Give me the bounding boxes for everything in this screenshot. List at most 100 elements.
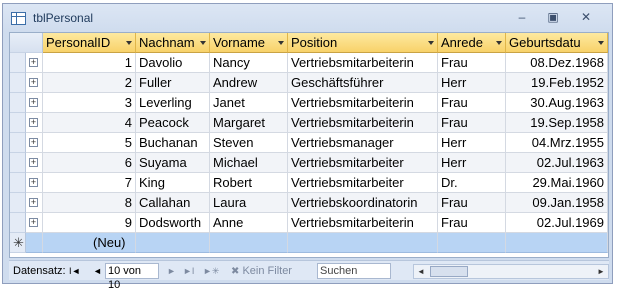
expand-plus-icon[interactable]: + xyxy=(29,198,38,207)
cell-vorname[interactable]: Nancy xyxy=(210,53,288,73)
expand-plus-icon[interactable]: + xyxy=(29,98,38,107)
maximize-button[interactable]: ▣ xyxy=(543,9,563,25)
cell-position[interactable]: Vertriebsmitarbeiterin xyxy=(288,93,438,113)
cell-geburtsdatum[interactable] xyxy=(506,233,608,253)
column-header-nachname[interactable]: Nachnam xyxy=(136,33,210,53)
cell-anrede[interactable]: Frau xyxy=(438,213,506,233)
cell-vorname[interactable]: Robert xyxy=(210,173,288,193)
current-record-field[interactable]: 10 von 10 xyxy=(105,263,159,291)
cell-personal-id[interactable]: 9 xyxy=(43,213,136,233)
cell-nachname[interactable]: Buchanan xyxy=(136,133,210,153)
cell-geburtsdatum[interactable]: 19.Sep.1958 xyxy=(506,113,608,133)
cell-position[interactable]: Vertriebsmitarbeiter xyxy=(288,173,438,193)
cell-nachname[interactable]: Dodsworth xyxy=(136,213,210,233)
close-button[interactable]: ✕ xyxy=(576,9,596,25)
row-selector[interactable] xyxy=(10,73,26,93)
cell-nachname[interactable]: Fuller xyxy=(136,73,210,93)
row-selector[interactable] xyxy=(10,193,26,213)
expand-plus-icon[interactable]: + xyxy=(29,118,38,127)
table-row[interactable]: +1 Davolio Nancy Vertriebsmitarbeiterin Frau… xyxy=(10,53,610,73)
cell-position[interactable]: Vertriebskoordinatorin xyxy=(288,193,438,213)
table-row[interactable]: +5 Buchanan Steven Vertriebsmanager Herr 04.M… xyxy=(10,133,610,153)
column-header-personal-id[interactable]: PersonalID xyxy=(43,33,136,53)
cell-personal-id[interactable]: 6 xyxy=(43,153,136,173)
column-header-vorname[interactable]: Vorname xyxy=(210,33,288,53)
chevron-down-icon[interactable] xyxy=(428,41,434,45)
cell-geburtsdatum[interactable]: 29.Mai.1960 xyxy=(506,173,608,193)
last-record-button[interactable]: ►I xyxy=(183,264,194,278)
chevron-down-icon[interactable] xyxy=(126,41,132,45)
row-selector[interactable] xyxy=(10,133,26,153)
expand-plus-icon[interactable]: + xyxy=(29,78,38,87)
cell-vorname[interactable]: Margaret xyxy=(210,113,288,133)
scroll-thumb[interactable] xyxy=(430,266,468,277)
row-selector[interactable] xyxy=(10,113,26,133)
cell-personal-id[interactable]: 1 xyxy=(43,53,136,73)
cell-vorname[interactable]: Anne xyxy=(210,213,288,233)
cell-nachname[interactable] xyxy=(136,233,210,253)
cell-nachname[interactable]: Leverling xyxy=(136,93,210,113)
cell-geburtsdatum[interactable]: 08.Dez.1968 xyxy=(506,53,608,73)
scroll-right-icon[interactable]: ► xyxy=(594,265,608,278)
chevron-down-icon[interactable] xyxy=(200,41,206,45)
cell-geburtsdatum[interactable]: 09.Jan.1958 xyxy=(506,193,608,213)
cell-personal-id[interactable]: 2 xyxy=(43,73,136,93)
cell-anrede[interactable]: Frau xyxy=(438,113,506,133)
row-selector[interactable]: ✳ xyxy=(10,233,26,253)
cell-vorname[interactable]: Janet xyxy=(210,93,288,113)
first-record-button[interactable]: I◄ xyxy=(69,264,80,278)
cell-anrede[interactable]: Herr xyxy=(438,133,506,153)
cell-position[interactable]: Vertriebsmanager xyxy=(288,133,438,153)
table-row[interactable]: +3 Leverling Janet Vertriebsmitarbeiterin Fr… xyxy=(10,93,610,113)
column-header-position[interactable]: Position xyxy=(288,33,438,53)
cell-vorname[interactable]: Steven xyxy=(210,133,288,153)
cell-personal-id[interactable]: 7 xyxy=(43,173,136,193)
cell-position[interactable]: Vertriebsmitarbeiter xyxy=(288,153,438,173)
cell-anrede[interactable]: Frau xyxy=(438,193,506,213)
cell-nachname[interactable]: Davolio xyxy=(136,53,210,73)
cell-anrede[interactable]: Herr xyxy=(438,153,506,173)
row-selector[interactable] xyxy=(10,93,26,113)
cell-geburtsdatum[interactable]: 02.Jul.1963 xyxy=(506,153,608,173)
cell-personal-id[interactable]: 8 xyxy=(43,193,136,213)
table-row[interactable]: +8 Callahan Laura Vertriebskoordinatorin Fra… xyxy=(10,193,610,213)
cell-geburtsdatum[interactable]: 30.Aug.1963 xyxy=(506,93,608,113)
minimize-button[interactable]: – xyxy=(512,9,532,25)
cell-personal-id[interactable]: 4 xyxy=(43,113,136,133)
chevron-down-icon[interactable] xyxy=(278,41,284,45)
cell-vorname[interactable] xyxy=(210,233,288,253)
table-row[interactable]: +6 Suyama Michael Vertriebsmitarbeiter Herr 0… xyxy=(10,153,610,173)
table-row[interactable]: +4 Peacock Margaret Vertriebsmitarbeiterin F… xyxy=(10,113,610,133)
cell-vorname[interactable]: Michael xyxy=(210,153,288,173)
cell-anrede[interactable]: Herr xyxy=(438,73,506,93)
title-bar[interactable]: tblPersonal – ▣ ✕ xyxy=(3,4,612,32)
cell-nachname[interactable]: King xyxy=(136,173,210,193)
cell-personal-id[interactable]: (Neu) xyxy=(43,233,136,253)
cell-anrede[interactable]: Frau xyxy=(438,93,506,113)
scroll-left-icon[interactable]: ◄ xyxy=(414,265,428,278)
expand-plus-icon[interactable]: + xyxy=(29,178,38,187)
cell-position[interactable] xyxy=(288,233,438,253)
column-header-geburtsdatum[interactable]: Geburtsdatu xyxy=(506,33,608,53)
cell-vorname[interactable]: Laura xyxy=(210,193,288,213)
cell-nachname[interactable]: Callahan xyxy=(136,193,210,213)
search-input[interactable]: Suchen xyxy=(317,263,391,279)
expand-plus-icon[interactable]: + xyxy=(29,158,38,167)
horizontal-scrollbar[interactable]: ◄ ► xyxy=(413,264,609,279)
select-all-cell[interactable] xyxy=(10,33,43,53)
row-selector[interactable] xyxy=(10,213,26,233)
new-record-row[interactable]: ✳ (Neu) xyxy=(10,233,610,253)
next-record-button[interactable]: ► xyxy=(167,264,176,278)
cell-personal-id[interactable]: 3 xyxy=(43,93,136,113)
table-row[interactable]: +2 Fuller Andrew Geschäftsführer Herr 19.Feb.… xyxy=(10,73,610,93)
cell-position[interactable]: Vertriebsmitarbeiterin xyxy=(288,113,438,133)
cell-position[interactable]: Geschäftsführer xyxy=(288,73,438,93)
cell-personal-id[interactable]: 5 xyxy=(43,133,136,153)
no-filter-button[interactable]: ✖ Kein Filter xyxy=(231,264,292,279)
cell-position[interactable]: Vertriebsmitarbeiterin xyxy=(288,213,438,233)
cell-anrede[interactable] xyxy=(438,233,506,253)
row-selector[interactable] xyxy=(10,153,26,173)
chevron-down-icon[interactable] xyxy=(598,41,604,45)
previous-record-button[interactable]: ◄ xyxy=(93,264,102,278)
table-row[interactable]: +7 King Robert Vertriebsmitarbeiter Dr. 29.Ma… xyxy=(10,173,610,193)
